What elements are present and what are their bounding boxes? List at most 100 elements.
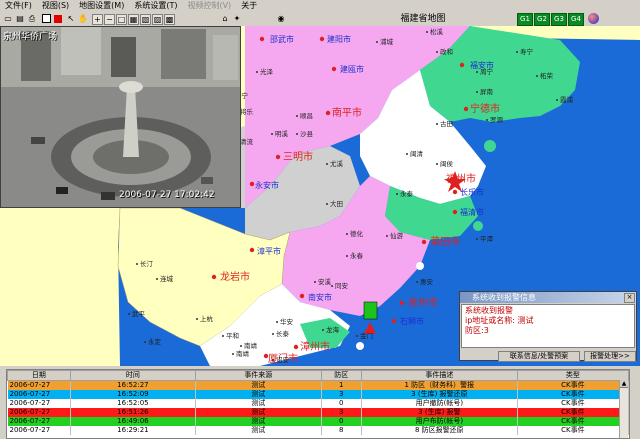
- county-label: 德化: [350, 229, 364, 238]
- city-label[interactable]: 漳平市: [257, 246, 281, 256]
- alarm-line: 防区:3: [465, 326, 489, 335]
- county-dot: [296, 115, 298, 117]
- city-label[interactable]: 福清市: [460, 207, 484, 217]
- layer-icon[interactable]: ▦: [128, 14, 139, 25]
- county-label: 平和: [226, 331, 239, 340]
- county-label: 古田: [440, 119, 453, 128]
- cell-time: 16:51:26: [70, 408, 197, 417]
- city-label[interactable]: 泉州市: [408, 296, 438, 309]
- stop-icon[interactable]: [41, 13, 51, 24]
- city-label[interactable]: 三明市: [283, 150, 313, 163]
- city-label[interactable]: 南平市: [332, 106, 362, 119]
- table-row[interactable]: 2006-07-27 16:49:06 测试 0 用户布防(帐号) CK事件: [7, 417, 629, 426]
- cell-time: 16:52:05: [70, 399, 197, 408]
- county-label: 金门: [360, 331, 373, 340]
- table-row[interactable]: 2006-07-27 16:51:26 测试 3 3 (生库) 报警 CK事件: [7, 408, 629, 417]
- cell-type: CK事件: [517, 408, 629, 417]
- zoom-out-icon[interactable]: −: [104, 14, 115, 25]
- alarm-button-2[interactable]: G2: [534, 13, 550, 26]
- table-row[interactable]: 2006-07-27 16:52:05 测试 0 用户撤防(帐号) CK事件: [7, 399, 629, 408]
- zoom-in-icon[interactable]: +: [92, 14, 103, 25]
- county-label: 连城: [160, 274, 174, 283]
- cell-description: 用户撤防(帐号): [361, 399, 518, 408]
- county-dot: [296, 133, 298, 135]
- cell-type: CK事件: [517, 399, 629, 408]
- city-label[interactable]: 莆田市: [430, 235, 460, 248]
- county-label: 屏南: [480, 87, 494, 96]
- cell-source: 测试: [195, 399, 322, 408]
- cell-source: 测试: [195, 380, 322, 390]
- city-label[interactable]: 石狮市: [400, 316, 424, 326]
- county-label: 永泰: [400, 189, 414, 198]
- alarm-button-3[interactable]: G3: [551, 13, 567, 26]
- menu-about[interactable]: 关于: [236, 0, 262, 12]
- city-label[interactable]: 建瓯市: [340, 64, 364, 74]
- menu-view[interactable]: 视图(S): [37, 0, 74, 12]
- county-dot: [416, 281, 418, 283]
- cell-zone: 0: [321, 399, 362, 408]
- city-label[interactable]: 宁德市: [470, 102, 500, 115]
- refresh-icon[interactable]: ⌂: [220, 13, 230, 24]
- menu-video-control[interactable]: 视频控制(V): [182, 0, 236, 12]
- city-label[interactable]: 永安市: [255, 180, 279, 190]
- county-label: 大田: [330, 199, 343, 208]
- city-dot: [459, 62, 465, 68]
- county-dot: [356, 335, 358, 337]
- column-header-zone[interactable]: 防区: [320, 370, 362, 381]
- city-dot: [319, 36, 325, 42]
- menu-system-settings[interactable]: 系统设置(T): [129, 0, 182, 12]
- county-label: 长泰: [276, 329, 290, 338]
- city-label[interactable]: 龙岩市: [220, 270, 250, 283]
- city-label[interactable]: 邵武市: [270, 34, 294, 44]
- county-dot: [271, 133, 273, 135]
- county-dot: [314, 281, 316, 283]
- city-label[interactable]: 南安市: [308, 292, 332, 302]
- video-panel[interactable]: 泉州华侨广场 2006-07-27 17:02:42: [0, 26, 241, 208]
- globe-icon[interactable]: [588, 13, 599, 24]
- camera-icon[interactable]: ✦: [232, 13, 242, 24]
- menu-map-settings[interactable]: 地图设置(M): [74, 0, 129, 12]
- open-icon[interactable]: ▭: [3, 13, 13, 24]
- cell-type: CK事件: [517, 417, 629, 426]
- column-header-source[interactable]: 事件来源: [195, 370, 322, 381]
- table-row[interactable]: 2006-07-27 16:29:21 测试 8 8 防区报警还原 CK事件: [7, 426, 629, 435]
- select-icon[interactable]: ▩: [164, 14, 175, 25]
- target-icon[interactable]: ◉: [276, 13, 286, 24]
- county-label: 霞浦: [560, 95, 574, 104]
- alarm-button-4[interactable]: G4: [568, 13, 584, 26]
- table-row[interactable]: 2006-07-27 16:52:27 测试 1 1 防区（财务科）警报 CK事件: [7, 380, 629, 390]
- city-label[interactable]: 漳州市: [300, 340, 330, 353]
- table-row[interactable]: 2006-07-27 16:52:09 测试 3 3 (生库) 报警还原 CK事件: [7, 390, 629, 399]
- identify-icon[interactable]: ▨: [152, 14, 163, 25]
- print-icon[interactable]: ⎙: [27, 13, 37, 24]
- city-label[interactable]: 福州市: [446, 172, 476, 185]
- menu-file[interactable]: 文件(F): [0, 0, 37, 12]
- pan-icon[interactable]: ✋: [78, 13, 88, 24]
- column-header-time[interactable]: 时间: [69, 370, 197, 381]
- close-icon[interactable]: ×: [624, 293, 635, 303]
- county-label: 平潭: [480, 234, 494, 243]
- full-extent-icon[interactable]: □: [116, 14, 127, 25]
- alarm-button-1[interactable]: G1: [517, 13, 533, 26]
- measure-icon[interactable]: ▧: [140, 14, 151, 25]
- pointer-icon[interactable]: ↖: [66, 13, 76, 24]
- cell-zone: 8: [321, 426, 362, 435]
- county-label: 仙游: [390, 231, 404, 240]
- contact-plan-button[interactable]: 联系信息/处警预案: [498, 351, 580, 362]
- scroll-up-icon[interactable]: ▲: [620, 380, 628, 388]
- alarm-handle-button[interactable]: 报警处理>>: [584, 351, 636, 362]
- column-header-type[interactable]: 类型: [516, 370, 629, 381]
- record-icon[interactable]: [53, 13, 63, 24]
- county-label: 沙县: [300, 130, 314, 138]
- table-scrollbar[interactable]: ▲: [619, 380, 628, 438]
- cell-description: 3 (生库) 报警: [361, 408, 518, 417]
- save-icon[interactable]: ▤: [15, 13, 25, 24]
- column-header-date[interactable]: 日期: [7, 370, 71, 381]
- city-label[interactable]: 长乐市: [460, 187, 484, 197]
- alarm-device-marker[interactable]: [363, 301, 378, 320]
- cell-type: CK事件: [517, 380, 629, 390]
- table-header-row: 日期 时间 事件来源 防区 事件描述 类型: [7, 370, 629, 381]
- cell-source: 测试: [195, 390, 322, 399]
- column-header-description[interactable]: 事件描述: [360, 370, 518, 381]
- city-label[interactable]: 建阳市: [327, 34, 351, 44]
